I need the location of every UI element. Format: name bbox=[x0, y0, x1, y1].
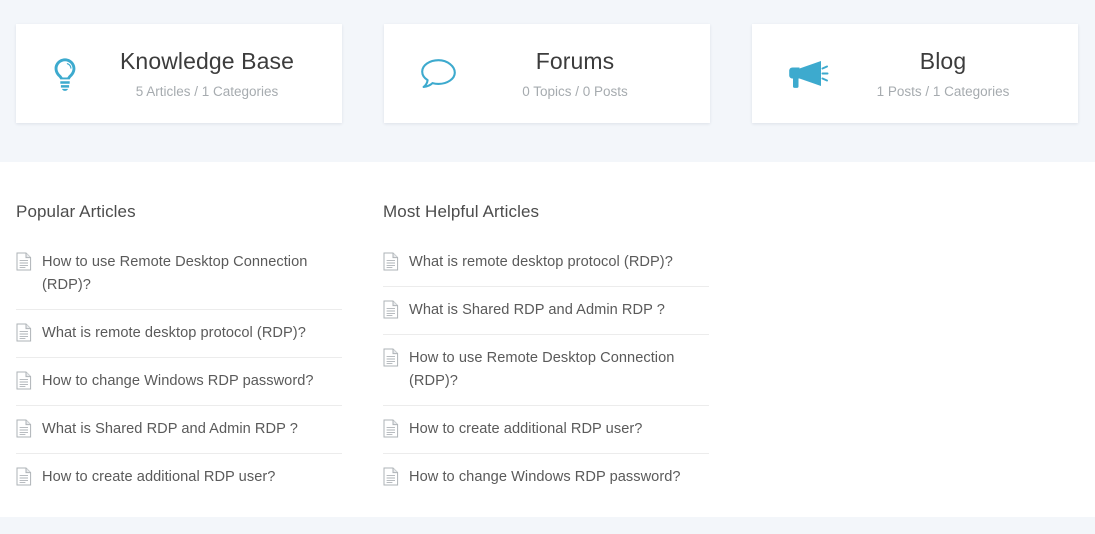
list-item-label: How to use Remote Desktop Connection (RD… bbox=[42, 254, 308, 294]
list-item[interactable]: How to change Windows RDP password? bbox=[16, 358, 342, 407]
document-icon bbox=[16, 467, 32, 486]
popular-articles-list: How to use Remote Desktop Connection (RD… bbox=[16, 239, 342, 501]
lightbulb-icon bbox=[38, 56, 100, 92]
popular-articles-heading: Popular Articles bbox=[16, 202, 136, 221]
stat-card-text: Blog 1 Posts / 1 Categories bbox=[836, 47, 1056, 100]
article-lists-area: Popular Articles How to use Remote Deskt… bbox=[0, 162, 1095, 517]
stat-card-text: Knowledge Base 5 Articles / 1 Categories bbox=[100, 47, 320, 100]
stat-card-subtitle: 5 Articles / 1 Categories bbox=[135, 83, 279, 99]
list-item[interactable]: How to create additional RDP user? bbox=[383, 406, 709, 455]
stats-card-row: Knowledge Base 5 Articles / 1 Categories… bbox=[16, 24, 1078, 123]
popular-articles-section: Popular Articles How to use Remote Deskt… bbox=[16, 201, 342, 501]
stat-card-title: Forums bbox=[535, 47, 615, 74]
stat-card-title: Knowledge Base bbox=[119, 47, 295, 74]
document-icon bbox=[383, 419, 399, 438]
list-item-label: What is remote desktop protocol (RDP)? bbox=[42, 325, 306, 342]
list-item-label: What is Shared RDP and Admin RDP ? bbox=[42, 421, 298, 438]
list-item-label: How to create additional RDP user? bbox=[42, 469, 276, 486]
list-item[interactable]: What is Shared RDP and Admin RDP ? bbox=[16, 406, 342, 455]
speech-bubble-icon bbox=[406, 57, 468, 91]
document-icon bbox=[16, 252, 32, 271]
list-item-label: How to create additional RDP user? bbox=[409, 421, 643, 438]
megaphone-icon bbox=[774, 57, 836, 91]
stat-card-forums[interactable]: Forums 0 Topics / 0 Posts bbox=[384, 24, 710, 123]
document-icon bbox=[16, 419, 32, 438]
list-item-label: How to change Windows RDP password? bbox=[409, 469, 681, 486]
document-icon bbox=[383, 300, 399, 319]
stat-card-blog[interactable]: Blog 1 Posts / 1 Categories bbox=[752, 24, 1078, 123]
document-icon bbox=[383, 467, 399, 486]
list-item[interactable]: What is remote desktop protocol (RDP)? bbox=[16, 310, 342, 359]
document-icon bbox=[383, 348, 399, 367]
stat-card-subtitle: 0 Topics / 0 Posts bbox=[522, 83, 628, 99]
document-icon bbox=[16, 323, 32, 342]
footer-band bbox=[0, 517, 1095, 534]
list-item-label: How to change Windows RDP password? bbox=[42, 373, 314, 390]
list-item-label: What is Shared RDP and Admin RDP ? bbox=[409, 302, 665, 319]
list-item[interactable]: How to use Remote Desktop Connection (RD… bbox=[383, 335, 709, 407]
most-helpful-articles-list: What is remote desktop protocol (RDP)? W… bbox=[383, 239, 709, 501]
list-item[interactable]: How to create additional RDP user? bbox=[16, 454, 342, 501]
stat-card-text: Forums 0 Topics / 0 Posts bbox=[468, 47, 688, 100]
most-helpful-articles-heading: Most Helpful Articles bbox=[383, 202, 540, 221]
list-item[interactable]: How to change Windows RDP password? bbox=[383, 454, 709, 501]
most-helpful-articles-section: Most Helpful Articles What is remote des… bbox=[383, 201, 709, 501]
stat-card-knowledge-base[interactable]: Knowledge Base 5 Articles / 1 Categories bbox=[16, 24, 342, 123]
list-item[interactable]: What is Shared RDP and Admin RDP ? bbox=[383, 287, 709, 336]
list-item-label: How to use Remote Desktop Connection (RD… bbox=[409, 350, 675, 390]
stats-band: Knowledge Base 5 Articles / 1 Categories… bbox=[0, 0, 1095, 162]
stat-card-title: Blog bbox=[919, 47, 967, 74]
list-item-label: What is remote desktop protocol (RDP)? bbox=[409, 254, 673, 271]
document-icon bbox=[383, 252, 399, 271]
stat-card-subtitle: 1 Posts / 1 Categories bbox=[876, 83, 1010, 99]
list-item[interactable]: How to use Remote Desktop Connection (RD… bbox=[16, 239, 342, 311]
document-icon bbox=[16, 371, 32, 390]
list-item[interactable]: What is remote desktop protocol (RDP)? bbox=[383, 239, 709, 288]
